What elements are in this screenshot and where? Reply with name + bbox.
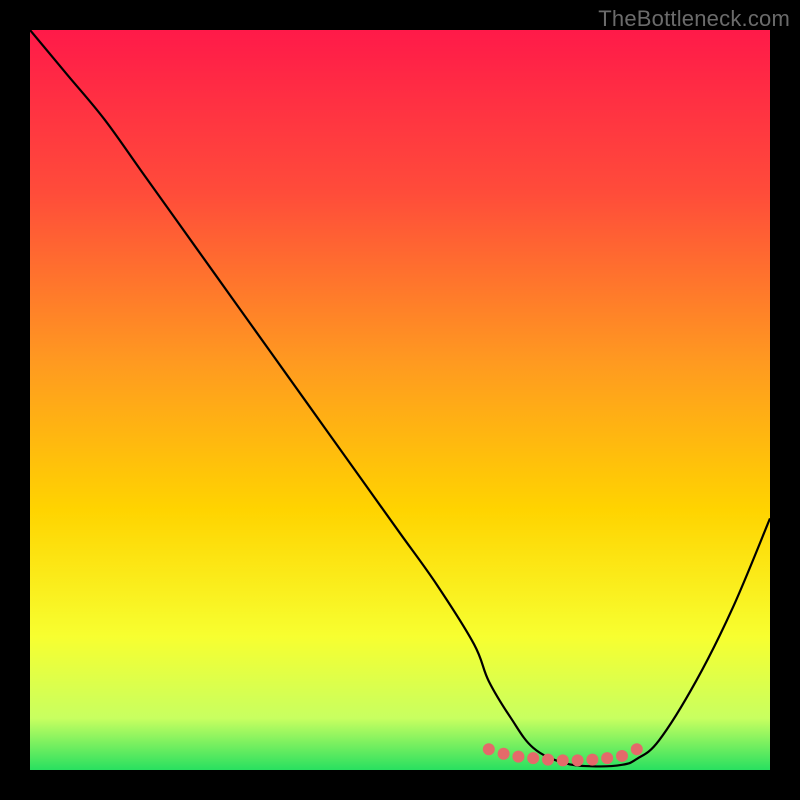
marker-dot [557, 754, 569, 766]
marker-dot [572, 754, 584, 766]
gradient-background [30, 30, 770, 770]
marker-dot [483, 743, 495, 755]
marker-dot [586, 754, 598, 766]
marker-dot [542, 754, 554, 766]
chart-svg [30, 30, 770, 770]
marker-dot [527, 752, 539, 764]
plot-area [30, 30, 770, 770]
chart-container: TheBottleneck.com [0, 0, 800, 800]
marker-dot [631, 743, 643, 755]
marker-dot [512, 751, 524, 763]
marker-dot [498, 748, 510, 760]
marker-dot [601, 752, 613, 764]
marker-dot [616, 750, 628, 762]
watermark-text: TheBottleneck.com [598, 6, 790, 32]
